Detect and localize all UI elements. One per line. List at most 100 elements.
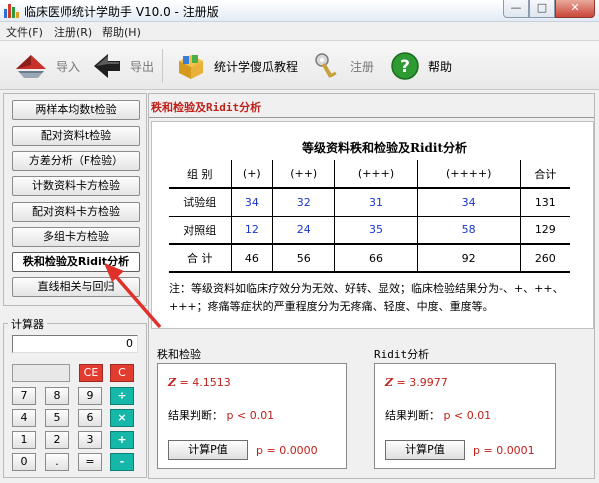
close-button[interactable]: ✕	[555, 0, 595, 18]
rank-p-value: p = 0.0000	[256, 444, 318, 457]
tutorial-label: 统计学傻瓜教程	[214, 59, 299, 74]
nav-paired-t-test[interactable]: 配对资料t检验	[12, 126, 140, 146]
menu-file[interactable]: 文件(F)	[6, 24, 43, 40]
svg-text:?: ?	[400, 57, 410, 77]
header-total: 合计	[520, 160, 570, 189]
ridit-title: Ridit分析	[374, 348, 430, 361]
tutorial-box-icon	[179, 55, 203, 79]
table-cell-input[interactable]: 34	[231, 188, 274, 217]
import-icon	[16, 55, 46, 78]
calc-key-5[interactable]: 5	[45, 409, 69, 427]
data-sheet: 等级资料秩和检验及Ridit分析 组 别 (+) (++) (+++) (+++…	[151, 121, 594, 329]
row-label: 试验组	[169, 188, 232, 217]
table-cell-input[interactable]: 24	[272, 216, 336, 245]
calculator-title: 计算器	[8, 316, 47, 332]
export-icon	[94, 54, 120, 78]
help-button[interactable]: ? 帮助	[390, 49, 452, 83]
calc-key-7[interactable]: 7	[12, 387, 36, 405]
register-button[interactable]: 注册	[312, 49, 374, 83]
keys-icon	[315, 53, 337, 78]
rank-test-title: 秩和检验	[157, 348, 201, 361]
rank-z-value: Z = 4.1513	[168, 376, 231, 389]
table-cell-input[interactable]: 12	[231, 216, 274, 245]
section-divider	[149, 117, 594, 118]
table-total-row: 合 计 46 56 66 92 260	[169, 243, 570, 273]
column-total: 92	[417, 243, 521, 273]
export-button[interactable]: 导出	[92, 49, 154, 83]
grand-total: 260	[520, 243, 570, 273]
calc-key-3[interactable]: 3	[78, 431, 102, 449]
menu-register[interactable]: 注册(R)	[54, 24, 92, 40]
nav-anova[interactable]: 方差分析（F检验）	[12, 151, 140, 171]
register-label: 注册	[350, 59, 375, 74]
calc-key-divide[interactable]: ÷	[110, 387, 134, 405]
calc-key-dot[interactable]: .	[45, 453, 69, 471]
maximize-button[interactable]: □	[529, 0, 555, 18]
table-cell-input[interactable]: 35	[334, 216, 418, 245]
export-label: 导出	[130, 59, 155, 74]
table-cell-input[interactable]: 58	[417, 216, 521, 245]
ridit-z-value: Z = 3.9977	[385, 376, 448, 389]
calculator-memory	[12, 364, 70, 382]
calc-key-1[interactable]: 1	[12, 431, 36, 449]
calc-key-equals[interactable]: =	[78, 453, 102, 471]
title-bar: 临床医师统计学助手 V10.0 - 注册版 — □ ✕	[0, 0, 599, 22]
nav-two-sample-t-test[interactable]: 两样本均数t检验	[12, 100, 140, 120]
minimize-button[interactable]: —	[503, 0, 529, 18]
row-label: 合 计	[169, 243, 232, 273]
table-header-row: 组 别 (+) (++) (+++) (++++) 合计	[169, 160, 570, 189]
rank-calc-p-button[interactable]: 计算P值	[168, 440, 248, 460]
table-title: 等级资料秩和检验及Ridit分析	[302, 141, 468, 155]
table-cell-input[interactable]: 32	[272, 188, 336, 217]
calc-key-4[interactable]: 4	[12, 409, 36, 427]
import-label: 导入	[56, 59, 81, 74]
table-cell-input[interactable]: 34	[417, 188, 521, 217]
header-plus3: (+++)	[334, 160, 418, 189]
rank-test-result-box: Z = 4.1513 结果判断： p < 0.01 计算P值 p = 0.000…	[157, 363, 347, 469]
menu-bar: 文件(F) 注册(R) 帮助(H)	[0, 22, 599, 40]
calc-key-8[interactable]: 8	[45, 387, 69, 405]
nav-paired-chi-square[interactable]: 配对资料卡方检验	[12, 202, 140, 222]
section-title: 秩和检验及Ridit分析	[151, 101, 262, 114]
header-plus2: (++)	[272, 160, 336, 189]
calc-key-6[interactable]: 6	[78, 409, 102, 427]
calc-key-2[interactable]: 2	[45, 431, 69, 449]
row-total: 129	[520, 216, 570, 245]
calc-key-9[interactable]: 9	[78, 387, 102, 405]
calc-key-ce[interactable]: CE	[79, 364, 103, 382]
ridit-p-value: p = 0.0001	[473, 444, 535, 457]
calculator-display[interactable]: 0	[12, 335, 138, 353]
header-plus1: (+)	[231, 160, 274, 189]
calc-key-add[interactable]: +	[110, 431, 134, 449]
header-plus4: (++++)	[417, 160, 521, 189]
table-row: 对照组 12 24 35 58 129	[169, 216, 570, 245]
column-total: 46	[231, 243, 274, 273]
toolbar-separator	[162, 49, 163, 83]
ridit-calc-p-button[interactable]: 计算P值	[385, 440, 465, 460]
calc-key-c[interactable]: C	[110, 364, 134, 382]
nav-chi-square[interactable]: 计数资料卡方检验	[12, 176, 140, 196]
analysis-nav-panel: 两样本均数t检验 配对资料t检验 方差分析（F检验） 计数资料卡方检验 配对资料…	[3, 93, 147, 306]
toolbar: 导入 导出 统计学傻瓜教程 注册 ? 帮助	[0, 40, 599, 90]
row-total: 131	[520, 188, 570, 217]
help-label: 帮助	[428, 59, 453, 74]
nav-multi-group-chi-square[interactable]: 多组卡方检验	[12, 227, 140, 247]
calc-key-subtract[interactable]: -	[110, 453, 134, 471]
nav-rank-sum-ridit[interactable]: 秩和检验及Ridit分析	[12, 252, 140, 272]
table-note: 注：等级资料如临床疗效分为无效、好转、显效；临床检验结果分为-、+、++、+++…	[169, 282, 564, 313]
app-logo-icon	[4, 3, 19, 18]
ridit-judgement: 结果判断： p < 0.01	[385, 409, 492, 422]
tutorial-button[interactable]: 统计学傻瓜教程	[176, 49, 298, 83]
calc-key-0[interactable]: 0	[12, 453, 36, 471]
ridit-result-box: Z = 3.9977 结果判断： p < 0.01 计算P值 p = 0.000…	[374, 363, 556, 469]
help-icon: ?	[391, 52, 419, 80]
menu-help[interactable]: 帮助(H)	[102, 24, 141, 40]
window-title: 临床医师统计学助手 V10.0 - 注册版	[24, 5, 219, 19]
grade-data-table: 组 别 (+) (++) (+++) (++++) 合计 试验组 34 32 3…	[169, 160, 570, 273]
table-cell-input[interactable]: 31	[334, 188, 418, 217]
import-button[interactable]: 导入	[14, 49, 80, 83]
header-group: 组 别	[169, 160, 232, 189]
calc-key-multiply[interactable]: ×	[110, 409, 134, 427]
rank-judgement: 结果判断： p < 0.01	[168, 409, 275, 422]
nav-linear-regression[interactable]: 直线相关与回归	[12, 277, 140, 297]
